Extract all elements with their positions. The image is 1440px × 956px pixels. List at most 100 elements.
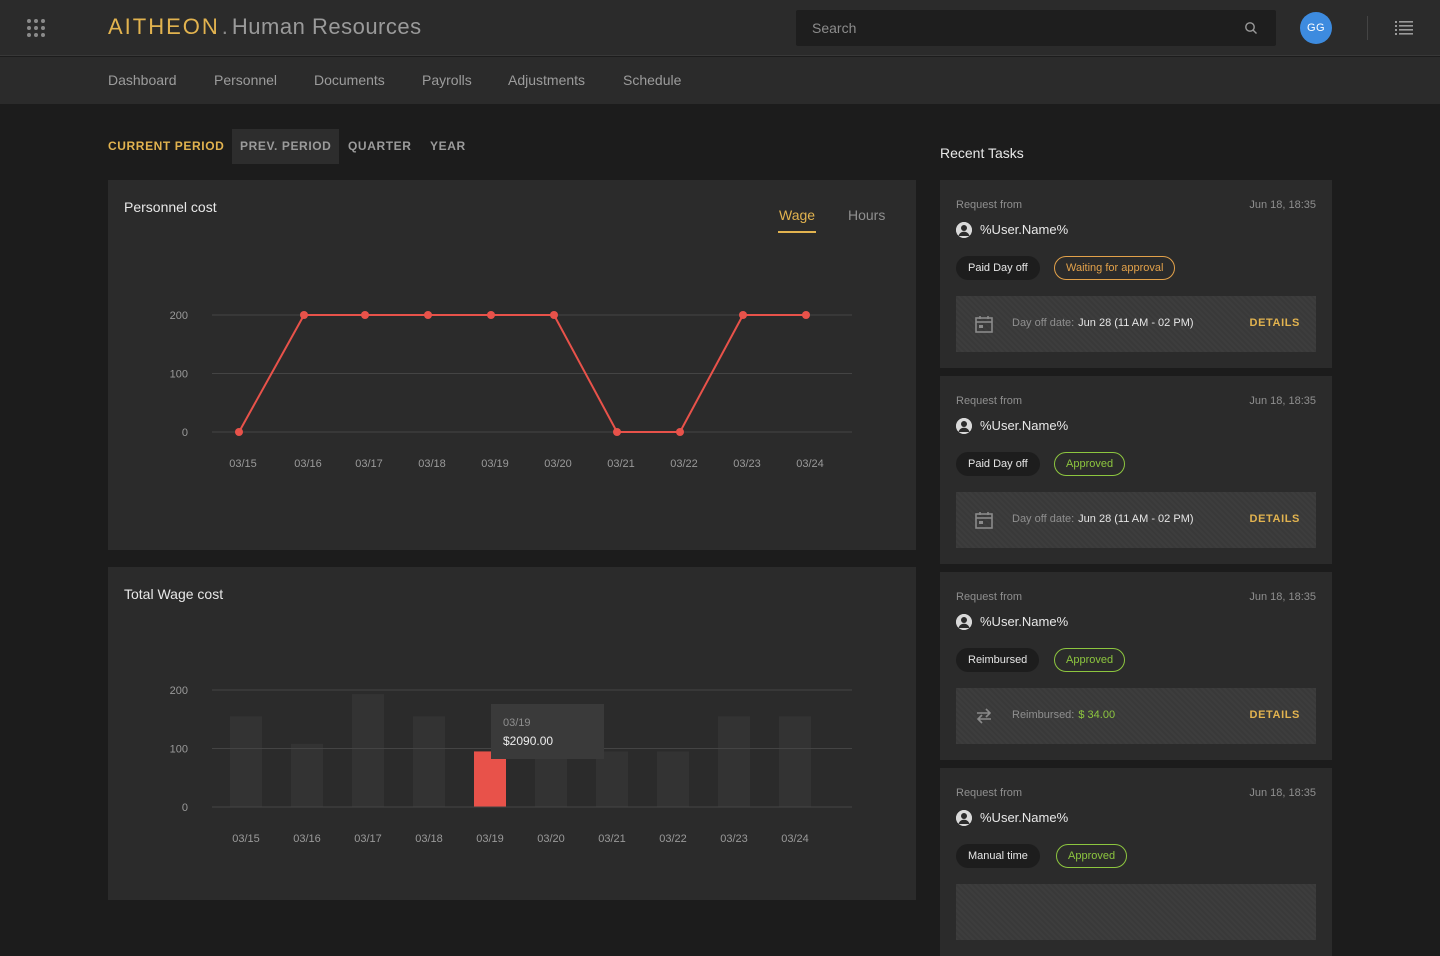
task-request-label: Request from bbox=[956, 199, 1023, 211]
data-point bbox=[424, 311, 432, 319]
task-card[interactable]: Request from Jun 18, 18:35 %User.Name% Paid… bbox=[940, 376, 1332, 564]
x-tick-label: 03/21 bbox=[607, 458, 635, 470]
task-request-label: Request from bbox=[956, 787, 1023, 799]
x-tick-label: 03/16 bbox=[294, 458, 322, 470]
nav-payrolls[interactable]: Payrolls bbox=[422, 72, 472, 88]
bar-tooltip: 03/19 $2090.00 bbox=[491, 704, 604, 759]
personnel-cost-card: Personnel cost Wage Hours 0 100 200 03/15 03… bbox=[108, 180, 916, 550]
tab-year[interactable]: YEAR bbox=[430, 129, 466, 164]
task-detail-value: Jun 28 (11 AM - 02 PM) bbox=[1078, 513, 1194, 525]
bar bbox=[718, 716, 750, 807]
bar bbox=[291, 743, 323, 807]
x-tick-label: 03/22 bbox=[659, 833, 687, 845]
x-tick-label: 03/23 bbox=[720, 833, 748, 845]
x-tick-label: 03/23 bbox=[733, 458, 761, 470]
bar bbox=[596, 751, 628, 807]
data-point bbox=[739, 311, 747, 319]
x-tick-label: 03/18 bbox=[415, 833, 443, 845]
task-details-button[interactable]: DETAILS bbox=[1250, 317, 1300, 329]
tooltip-label: 03/19 bbox=[503, 717, 531, 729]
y-tick-label: 200 bbox=[170, 310, 188, 322]
section-name: Human Resources bbox=[231, 14, 422, 39]
x-tick-label: 03/15 bbox=[229, 458, 257, 470]
task-detail-box: Day off date: Jun 28 (11 AM - 02 PM) DETAI… bbox=[956, 492, 1316, 548]
bar bbox=[230, 716, 262, 807]
apps-grid-icon[interactable] bbox=[26, 18, 46, 38]
x-tick-label: 03/17 bbox=[355, 458, 383, 470]
calendar-icon bbox=[975, 512, 993, 529]
task-status-badge: Approved bbox=[1054, 452, 1126, 476]
x-tick-label: 03/18 bbox=[418, 458, 446, 470]
x-tick-label: 03/22 bbox=[670, 458, 698, 470]
nav-personnel[interactable]: Personnel bbox=[214, 72, 277, 88]
search-box bbox=[796, 10, 1276, 46]
user-avatar[interactable]: GG bbox=[1300, 12, 1332, 44]
data-point bbox=[550, 311, 558, 319]
task-user-name[interactable]: %User.Name% bbox=[980, 418, 1068, 433]
bar bbox=[535, 751, 567, 807]
task-detail-value: $ 34.00 bbox=[1078, 709, 1116, 721]
tab-quarter[interactable]: QUARTER bbox=[348, 129, 412, 164]
task-time: Jun 18, 18:35 bbox=[1249, 395, 1316, 407]
task-detail-key: Day off date: bbox=[1012, 513, 1075, 525]
x-tick-label: 03/20 bbox=[544, 458, 572, 470]
task-details-button[interactable]: DETAILS bbox=[1250, 709, 1300, 721]
brand-name: AITHEON bbox=[108, 14, 220, 39]
data-point bbox=[235, 428, 243, 436]
data-point bbox=[802, 311, 810, 319]
task-type-badge: Paid Day off bbox=[956, 256, 1040, 280]
task-user-name[interactable]: %User.Name% bbox=[980, 810, 1068, 825]
task-detail-key: Reimbursed: bbox=[1012, 709, 1075, 721]
user-avatar-icon bbox=[956, 810, 972, 826]
task-type-badge: Manual time bbox=[956, 844, 1040, 868]
list-menu-icon[interactable] bbox=[1395, 19, 1413, 37]
task-type-badge: Paid Day off bbox=[956, 452, 1040, 476]
x-tick-label: 03/24 bbox=[796, 458, 824, 470]
tooltip-value: $2090.00 bbox=[503, 734, 553, 748]
nav-adjustments[interactable]: Adjustments bbox=[508, 72, 585, 88]
personnel-cost-line-chart: 0 100 200 03/15 03/16 03/17 03/18 03/19 03/20 03/… bbox=[170, 310, 852, 470]
data-point bbox=[487, 311, 495, 319]
task-detail-key: Day off date: bbox=[1012, 317, 1075, 329]
main-nav: Dashboard Personnel Documents Payrolls A… bbox=[0, 57, 1440, 104]
data-point bbox=[613, 428, 621, 436]
x-tick-label: 03/19 bbox=[476, 833, 504, 845]
bar bbox=[413, 716, 445, 807]
task-status-badge: Waiting for approval bbox=[1054, 256, 1176, 280]
x-tick-label: 03/19 bbox=[481, 458, 509, 470]
topbar-divider bbox=[1367, 16, 1368, 40]
tab-current-period[interactable]: CURRENT PERIOD bbox=[108, 129, 224, 164]
task-card[interactable]: Request from Jun 18, 18:35 %User.Name% Paid… bbox=[940, 180, 1332, 368]
task-request-label: Request from bbox=[956, 395, 1023, 407]
search-icon[interactable] bbox=[1244, 21, 1258, 35]
x-tick-label: 03/20 bbox=[537, 833, 565, 845]
user-avatar-icon bbox=[956, 222, 972, 238]
task-detail-value: Jun 28 (11 AM - 02 PM) bbox=[1078, 317, 1194, 329]
tab-prev-period[interactable]: PREV. PERIOD bbox=[232, 129, 340, 164]
task-detail-box: Reimbursed: $ 34.00 DETAILS bbox=[956, 688, 1316, 744]
task-card[interactable]: Request from Jun 18, 18:35 %User.Name% Manu… bbox=[940, 768, 1332, 956]
bar bbox=[779, 716, 811, 807]
task-details-button[interactable]: DETAILS bbox=[1250, 513, 1300, 525]
search-input[interactable] bbox=[796, 10, 1276, 46]
task-detail-box bbox=[956, 884, 1316, 940]
top-bar: AITHEON . Human Resources GG bbox=[0, 0, 1440, 56]
nav-schedule[interactable]: Schedule bbox=[623, 72, 681, 88]
nav-dashboard[interactable]: Dashboard bbox=[108, 72, 177, 88]
task-user-name[interactable]: %User.Name% bbox=[980, 614, 1068, 629]
task-user-name[interactable]: %User.Name% bbox=[980, 222, 1068, 237]
calendar-icon bbox=[975, 316, 993, 333]
x-tick-label: 03/24 bbox=[781, 833, 809, 845]
nav-documents[interactable]: Documents bbox=[314, 72, 385, 88]
total-wage-card: Total Wage cost 0 100 200 03/15 03/16 03/17 03… bbox=[108, 567, 916, 900]
y-tick-label: 0 bbox=[182, 802, 188, 814]
task-request-label: Request from bbox=[956, 591, 1023, 603]
x-tick-label: 03/17 bbox=[354, 833, 382, 845]
task-card[interactable]: Request from Jun 18, 18:35 %User.Name% Reim… bbox=[940, 572, 1332, 760]
app-logo[interactable]: AITHEON . Human Resources bbox=[108, 14, 422, 42]
task-detail-label: Day off date: Jun 28 (11 AM - 02 PM) bbox=[1012, 513, 1194, 525]
task-time: Jun 18, 18:35 bbox=[1249, 591, 1316, 603]
bar bbox=[352, 694, 384, 807]
recent-tasks-title: Recent Tasks bbox=[940, 145, 1024, 161]
task-detail-label bbox=[1012, 905, 1016, 917]
